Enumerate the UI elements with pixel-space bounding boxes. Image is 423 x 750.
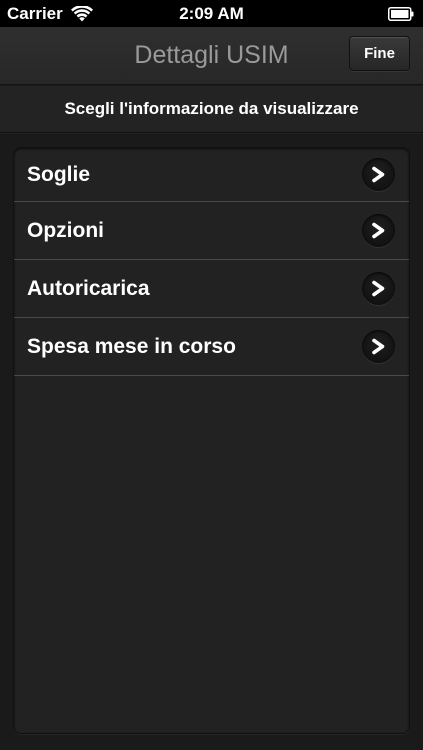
battery-icon bbox=[388, 6, 414, 21]
list-item-label: Opzioni bbox=[27, 218, 104, 242]
options-list: Soglie Opzioni Autoricarica Spesa mese i… bbox=[13, 147, 410, 734]
list-item-label: Spesa mese in corso bbox=[27, 334, 236, 358]
list-item-opzioni[interactable]: Opzioni bbox=[14, 202, 409, 260]
chevron-right-icon[interactable] bbox=[362, 158, 395, 191]
carrier-label: Carrier bbox=[7, 3, 63, 23]
done-button[interactable]: Fine bbox=[349, 36, 410, 71]
list-item-autoricarica[interactable]: Autoricarica bbox=[14, 260, 409, 318]
section-header: Scegli l'informazione da visualizzare bbox=[0, 86, 423, 133]
list-item-label: Autoricarica bbox=[27, 276, 150, 300]
wifi-icon bbox=[70, 5, 93, 21]
list-item-label: Soglie bbox=[27, 162, 91, 186]
chevron-right-icon[interactable] bbox=[362, 272, 395, 305]
list-item-spesa-mese[interactable]: Spesa mese in corso bbox=[14, 318, 409, 376]
navigation-bar: Dettagli USIM Fine bbox=[0, 27, 423, 85]
chevron-right-icon[interactable] bbox=[362, 330, 395, 363]
chevron-right-icon[interactable] bbox=[362, 214, 395, 247]
status-bar: Carrier bbox=[0, 0, 423, 27]
status-left: Carrier bbox=[7, 4, 93, 24]
list-item-soglie[interactable]: Soglie bbox=[14, 148, 409, 202]
